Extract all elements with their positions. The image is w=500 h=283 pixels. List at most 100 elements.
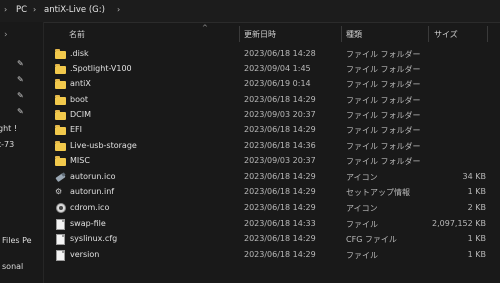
file-date: 2023/06/18 14:29 bbox=[244, 187, 316, 196]
file-name: DCIM bbox=[70, 110, 92, 119]
file-date: 2023/06/19 0:14 bbox=[244, 79, 311, 88]
file-row[interactable]: antiX 2023/06/19 0:14 ファイル フォルダー bbox=[52, 77, 500, 92]
folder-icon bbox=[55, 156, 66, 166]
file-size: 34 KB bbox=[462, 172, 486, 181]
column-size[interactable]: サイズ bbox=[434, 29, 458, 40]
file-size: 2 KB bbox=[467, 203, 486, 212]
file-date: 2023/09/03 20:37 bbox=[244, 110, 316, 119]
file-row[interactable]: EFI 2023/06/18 14:29 ファイル フォルダー bbox=[52, 123, 500, 138]
usb-drive-icon bbox=[55, 172, 66, 183]
file-row[interactable]: Live-usb-storage 2023/06/18 14:36 ファイル フ… bbox=[52, 139, 500, 154]
pin-icon: ✎ bbox=[17, 107, 24, 116]
folder-icon bbox=[55, 125, 66, 135]
file-type: ファイル フォルダー bbox=[346, 65, 421, 74]
pin-icon: ✎ bbox=[17, 59, 24, 68]
address-bar[interactable]: › PC › antiX-Live (G:) › bbox=[0, 0, 500, 23]
file-icon bbox=[56, 219, 65, 230]
file-size: 2,097,152 KB bbox=[432, 219, 486, 228]
column-header: ^ 名前 更新日時 種類 サイズ bbox=[52, 24, 500, 42]
file-type: ファイル フォルダー bbox=[346, 111, 421, 120]
file-name: boot bbox=[70, 95, 89, 104]
file-name: autorun.ico bbox=[70, 172, 116, 181]
file-date: 2023/06/18 14:29 bbox=[244, 250, 316, 259]
pin-icon: ✎ bbox=[17, 91, 24, 100]
file-name: Live-usb-storage bbox=[70, 141, 137, 150]
file-type: ファイル フォルダー bbox=[346, 157, 421, 166]
nav-item-label[interactable]: sonal bbox=[2, 262, 23, 271]
file-name: antiX bbox=[70, 79, 91, 88]
file-type: ファイル bbox=[346, 251, 378, 260]
column-divider[interactable] bbox=[341, 26, 342, 42]
file-name: version bbox=[70, 250, 100, 259]
file-name: cdrom.ico bbox=[70, 203, 110, 212]
file-type: ファイル フォルダー bbox=[346, 96, 421, 105]
file-size: 1 KB bbox=[467, 234, 486, 243]
file-row[interactable]: cdrom.ico 2023/06/18 14:29 アイコン 2 KB bbox=[52, 201, 500, 216]
chevron-right-icon[interactable]: › bbox=[4, 30, 8, 40]
nav-item-label[interactable]: t-73 bbox=[0, 140, 14, 149]
file-date: 2023/06/18 14:29 bbox=[244, 172, 316, 181]
file-type: ファイル フォルダー bbox=[346, 50, 421, 59]
file-name: EFI bbox=[70, 125, 83, 134]
folder-icon bbox=[55, 110, 66, 120]
file-date: 2023/06/18 14:33 bbox=[244, 219, 316, 228]
chevron-right-icon[interactable]: › bbox=[33, 5, 36, 14]
file-row[interactable]: .Spotlight-V100 2023/09/04 1:45 ファイル フォル… bbox=[52, 62, 500, 77]
file-row[interactable]: MISC 2023/09/03 20:37 ファイル フォルダー bbox=[52, 154, 500, 169]
breadcrumb-pc[interactable]: PC bbox=[16, 5, 27, 15]
chevron-right-icon[interactable]: › bbox=[117, 5, 120, 14]
file-date: 2023/09/04 1:45 bbox=[244, 64, 311, 73]
file-row[interactable]: version 2023/06/18 14:29 ファイル 1 KB bbox=[52, 248, 500, 263]
file-name: swap-file bbox=[70, 219, 106, 228]
file-size: 1 KB bbox=[467, 187, 486, 196]
nav-item-label[interactable]: ght ! bbox=[0, 124, 17, 133]
file-row[interactable]: syslinux.cfg 2023/06/18 14:29 CFG ファイル 1… bbox=[52, 232, 500, 247]
file-icon bbox=[56, 250, 65, 261]
file-row[interactable]: boot 2023/06/18 14:29 ファイル フォルダー bbox=[52, 93, 500, 108]
navigation-pane: › ✎ ✎ ✎ ✎ ght ! t-73 Files Pe sonal bbox=[0, 22, 44, 283]
file-type: ファイル フォルダー bbox=[346, 142, 421, 151]
file-date: 2023/06/18 14:29 bbox=[244, 125, 316, 134]
file-type: アイコン bbox=[346, 173, 378, 182]
file-type: セットアップ情報 bbox=[346, 188, 410, 197]
folder-icon bbox=[55, 49, 66, 59]
column-name[interactable]: 名前 bbox=[69, 29, 85, 40]
file-date: 2023/06/18 14:29 bbox=[244, 234, 316, 243]
file-type: ファイル フォルダー bbox=[346, 80, 421, 89]
file-date: 2023/09/03 20:37 bbox=[244, 156, 316, 165]
folder-icon bbox=[55, 141, 66, 151]
column-divider[interactable] bbox=[428, 26, 429, 42]
file-size: 1 KB bbox=[467, 250, 486, 259]
file-name: .Spotlight-V100 bbox=[70, 64, 132, 73]
folder-icon bbox=[55, 95, 66, 105]
file-date: 2023/06/18 14:28 bbox=[244, 49, 316, 58]
sort-indicator-icon: ^ bbox=[202, 24, 208, 32]
nav-item-label[interactable]: Files Pe bbox=[2, 236, 32, 245]
file-type: CFG ファイル bbox=[346, 235, 397, 244]
file-row[interactable]: autorun.ico 2023/06/18 14:29 アイコン 34 KB bbox=[52, 170, 500, 185]
column-date[interactable]: 更新日時 bbox=[244, 29, 276, 40]
column-type[interactable]: 種類 bbox=[346, 29, 362, 40]
chevron-right-icon[interactable]: › bbox=[4, 5, 7, 14]
file-type: アイコン bbox=[346, 204, 378, 213]
file-row[interactable]: .disk 2023/06/18 14:28 ファイル フォルダー bbox=[52, 47, 500, 62]
file-date: 2023/06/18 14:29 bbox=[244, 203, 316, 212]
file-type: ファイル bbox=[346, 220, 378, 229]
file-date: 2023/06/18 14:36 bbox=[244, 141, 316, 150]
folder-icon bbox=[55, 79, 66, 89]
file-icon bbox=[56, 234, 65, 245]
file-row[interactable]: DCIM 2023/09/03 20:37 ファイル フォルダー bbox=[52, 108, 500, 123]
column-divider[interactable] bbox=[487, 26, 488, 42]
disc-icon bbox=[55, 203, 66, 213]
column-divider[interactable] bbox=[239, 26, 240, 42]
breadcrumb-drive[interactable]: antiX-Live (G:) bbox=[44, 5, 105, 15]
file-row[interactable]: swap-file 2023/06/18 14:33 ファイル 2,097,15… bbox=[52, 217, 500, 232]
file-row[interactable]: ⚙ autorun.inf 2023/06/18 14:29 セットアップ情報 … bbox=[52, 185, 500, 200]
file-name: MISC bbox=[70, 156, 90, 165]
file-date: 2023/06/18 14:29 bbox=[244, 95, 316, 104]
file-name: .disk bbox=[70, 49, 89, 58]
folder-icon bbox=[55, 64, 66, 74]
file-name: autorun.inf bbox=[70, 187, 115, 196]
settings-file-icon: ⚙ bbox=[55, 187, 63, 196]
file-type: ファイル フォルダー bbox=[346, 126, 421, 135]
